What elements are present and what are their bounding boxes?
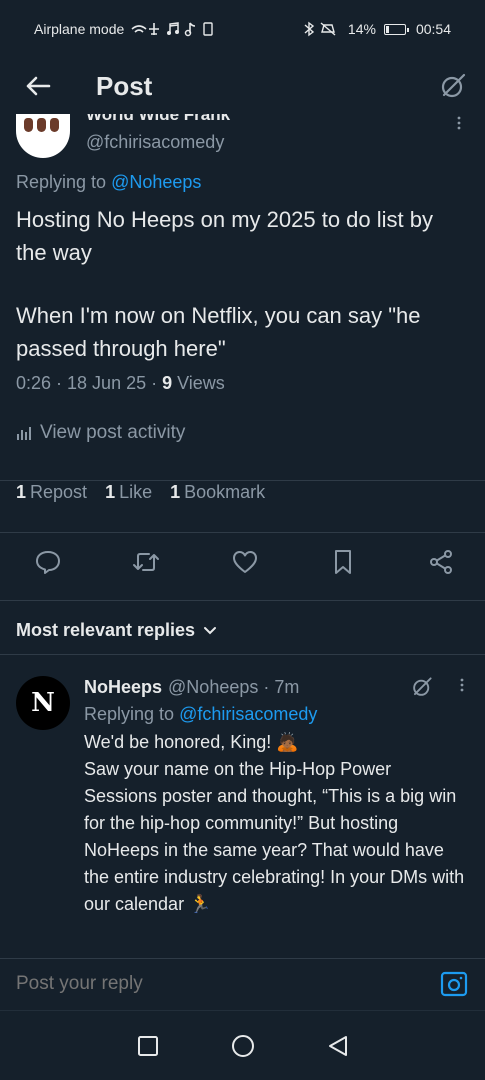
post-meta: 0:26 · 18 Jun 25 · 9 Views — [0, 373, 485, 394]
grok-icon[interactable] — [411, 676, 433, 698]
back-arrow-icon[interactable] — [22, 70, 54, 102]
reply-replying-to: Replying to @fchirisacomedy — [84, 704, 469, 725]
reply-replying-mention[interactable]: @fchirisacomedy — [179, 704, 317, 724]
post-text-paragraph-2: When I'm now on Netflix, you can say "he… — [16, 303, 421, 361]
sort-label: Most relevant replies — [16, 620, 196, 640]
reply-author-handle[interactable]: @Noheeps · 7m — [168, 677, 411, 698]
reposts-stat[interactable]: 1 Repost — [16, 482, 87, 503]
battery-percent: 14% — [347, 21, 376, 37]
reply-header: NoHeeps @Noheeps · 7m — [84, 670, 469, 704]
replies-sort-dropdown[interactable]: Most relevant replies — [16, 620, 217, 641]
home-icon[interactable] — [230, 1033, 256, 1059]
replying-to: Replying to @Noheeps — [0, 172, 485, 193]
replying-prefix: Replying to — [16, 172, 107, 192]
reply-author-name[interactable]: NoHeeps — [84, 677, 162, 698]
author-meta: World Wide Frank @fchirisacomedy — [86, 114, 449, 153]
status-icons — [131, 22, 213, 37]
author-avatar[interactable] — [16, 114, 70, 158]
camera-icon[interactable] — [439, 969, 469, 999]
status-bar: Airplane mode 14% 00:54 — [0, 0, 485, 58]
like-icon[interactable] — [231, 548, 259, 576]
author-name[interactable]: World Wide Frank — [86, 114, 449, 122]
view-post-activity[interactable]: View post activity — [0, 422, 485, 444]
reply-text: We'd be honored, King! 🙇🏾 Saw your name … — [84, 732, 465, 914]
avatar-faces — [24, 118, 59, 132]
more-options-icon[interactable] — [449, 114, 469, 137]
clock: 00:54 — [415, 21, 451, 37]
reply-compose-bar — [0, 958, 485, 1008]
views-label: Views — [172, 373, 225, 393]
divider — [0, 532, 485, 533]
chevron-down-icon — [204, 626, 217, 634]
likes-stat[interactable]: 1 Like — [105, 482, 152, 503]
system-nav-bar — [0, 1010, 485, 1080]
engagement-stats: 1 Repost 1 Like 1 Bookmark — [0, 482, 485, 503]
post-text-paragraph-1: Hosting No Heeps on my 2025 to do list b… — [16, 207, 434, 265]
back-triangle-icon[interactable] — [325, 1033, 351, 1059]
page-title: Post — [96, 70, 153, 101]
activity-label: View post activity — [40, 422, 186, 443]
reply-replying-prefix: Replying to — [84, 704, 175, 724]
divider — [0, 600, 485, 601]
reply-avatar[interactable]: N — [16, 676, 70, 730]
grok-icon[interactable] — [437, 70, 469, 102]
more-options-icon[interactable] — [455, 676, 469, 699]
top-bar: Post — [0, 58, 485, 114]
views-count: 9 — [162, 373, 173, 393]
post-actions — [0, 548, 485, 576]
divider — [0, 654, 485, 655]
divider — [0, 480, 485, 481]
share-icon[interactable] — [427, 548, 455, 576]
repost-icon[interactable] — [132, 548, 160, 576]
status-left: Airplane mode — [34, 21, 222, 37]
bookmark-icon[interactable] — [329, 548, 357, 576]
reply-icon[interactable] — [34, 548, 62, 576]
author-row: World Wide Frank @fchirisacomedy — [0, 114, 485, 162]
reply-input[interactable] — [16, 972, 439, 995]
status-right: 14% 00:54 — [302, 21, 451, 37]
post-timestamp: 0:26 · 18 Jun 25 · — [16, 373, 163, 393]
bluetooth-mute-icons — [304, 21, 336, 37]
battery-icon — [383, 23, 409, 35]
main-post: World Wide Frank @fchirisacomedy Replyin… — [0, 114, 485, 503]
bookmarks-stat[interactable]: 1 Bookmark — [170, 482, 265, 503]
reply-body: NoHeeps @Noheeps · 7m Replying to @fchir… — [84, 670, 469, 918]
replying-mention[interactable]: @Noheeps — [111, 172, 201, 192]
analytics-icon — [17, 427, 31, 440]
post-text: Hosting No Heeps on my 2025 to do list b… — [0, 203, 485, 365]
author-handle[interactable]: @fchirisacomedy — [86, 132, 449, 153]
recent-apps-icon[interactable] — [135, 1033, 161, 1059]
reply-item: N NoHeeps @Noheeps · 7m Replying to @fch… — [0, 670, 485, 918]
airplane-mode-label: Airplane mode — [34, 21, 125, 37]
